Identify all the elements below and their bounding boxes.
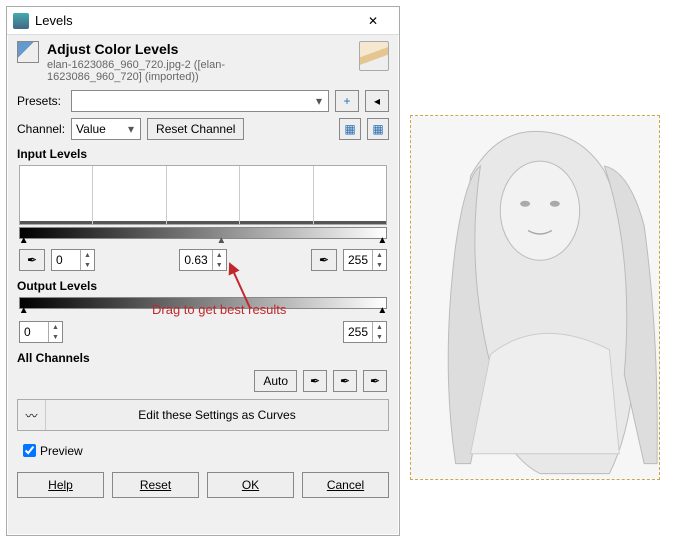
- close-button[interactable]: ✕: [353, 7, 393, 34]
- eyedropper-icon: ✒: [340, 374, 350, 388]
- close-icon: ✕: [368, 14, 378, 28]
- reset-channel-button[interactable]: Reset Channel: [147, 118, 244, 140]
- reset-button[interactable]: Reset: [112, 472, 199, 498]
- help-button[interactable]: Help: [17, 472, 104, 498]
- preview-checkbox[interactable]: [23, 444, 36, 457]
- output-white-handle[interactable]: ▲: [377, 305, 387, 316]
- linear-hist-button[interactable]: ▦: [339, 118, 361, 140]
- canvas-image: [410, 115, 660, 480]
- preview-label: Preview: [40, 444, 83, 458]
- plus-icon: +: [343, 94, 350, 108]
- output-gradient[interactable]: ▲ ▲: [19, 297, 387, 309]
- pick-white-button[interactable]: ✒: [363, 370, 387, 392]
- black-point-handle[interactable]: ▲: [19, 235, 29, 246]
- all-channels-label: All Channels: [7, 347, 399, 367]
- output-black-handle[interactable]: ▲: [19, 305, 29, 316]
- gamma-handle[interactable]: ▲: [216, 235, 226, 246]
- levels-icon: [17, 41, 39, 63]
- white-eyedropper[interactable]: ✒: [311, 249, 337, 271]
- histogram: [19, 165, 387, 225]
- input-gamma-spin[interactable]: 0.63 ▲▼: [179, 249, 226, 271]
- input-low-spin[interactable]: 0 ▲▼: [51, 249, 95, 271]
- black-eyedropper[interactable]: ✒: [19, 249, 45, 271]
- eyedropper-icon: ✒: [27, 253, 37, 267]
- output-low-spin[interactable]: 0 ▲▼: [19, 321, 63, 343]
- hist-log-icon: ▦: [372, 122, 383, 136]
- input-gradient[interactable]: ▲ ▲ ▲: [19, 227, 387, 239]
- window-title: Levels: [35, 13, 353, 28]
- pick-gray-button[interactable]: ✒: [333, 370, 357, 392]
- pick-black-button[interactable]: ✒: [303, 370, 327, 392]
- auto-button[interactable]: Auto: [254, 370, 297, 392]
- hist-linear-icon: ▦: [344, 122, 355, 136]
- eyedropper-icon: ✒: [310, 374, 320, 388]
- dialog-subtitle: elan-1623086_960_720.jpg-2 ([elan-162308…: [47, 59, 317, 83]
- presets-combo[interactable]: [71, 90, 329, 112]
- eyedropper-icon: ✒: [319, 253, 329, 267]
- app-icon: [13, 13, 29, 29]
- input-high-spin[interactable]: 255 ▲▼: [343, 249, 387, 271]
- output-high-spin[interactable]: 255 ▲▼: [343, 321, 387, 343]
- white-point-handle[interactable]: ▲: [377, 235, 387, 246]
- dialog-header: Adjust Color Levels elan-1623086_960_720…: [7, 35, 399, 87]
- ok-button[interactable]: OK: [207, 472, 294, 498]
- presets-label: Presets:: [17, 94, 65, 108]
- image-thumbnail: [359, 41, 389, 71]
- curves-icon: 〰: [18, 400, 46, 430]
- cancel-button[interactable]: Cancel: [302, 472, 389, 498]
- menu-icon: ◂: [374, 94, 380, 108]
- output-levels-label: Output Levels: [7, 275, 399, 295]
- channel-combo[interactable]: Value: [71, 118, 141, 140]
- preset-menu-button[interactable]: ◂: [365, 90, 389, 112]
- channel-label: Channel:: [17, 122, 65, 136]
- dialog-title: Adjust Color Levels: [47, 41, 317, 57]
- log-hist-button[interactable]: ▦: [367, 118, 389, 140]
- eyedropper-icon: ✒: [370, 374, 380, 388]
- titlebar: Levels ✕: [7, 7, 399, 35]
- edit-as-curves-button[interactable]: 〰 Edit these Settings as Curves: [17, 399, 389, 431]
- levels-dialog: Levels ✕ Adjust Color Levels elan-162308…: [6, 6, 400, 536]
- input-levels-label: Input Levels: [7, 143, 399, 163]
- add-preset-button[interactable]: +: [335, 90, 359, 112]
